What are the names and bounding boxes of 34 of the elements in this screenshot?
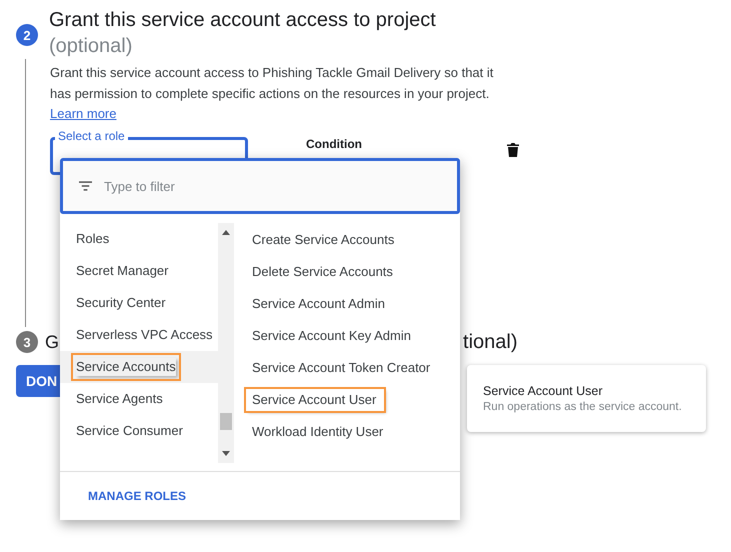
scroll-thumb[interactable] [220, 413, 232, 430]
role-item[interactable]: Service Account Key Admin [252, 320, 411, 352]
role-item[interactable]: Workload Identity User [252, 416, 384, 448]
role-item[interactable]: Create Service Accounts [252, 224, 394, 256]
filter-field[interactable]: Type to filter [60, 158, 460, 214]
scrollbar[interactable] [218, 223, 234, 463]
trash-icon[interactable] [506, 142, 519, 156]
scroll-up-icon[interactable] [222, 230, 230, 235]
category-item[interactable]: Service Consumer [60, 415, 218, 447]
role-item[interactable]: Service Account Admin [252, 288, 385, 320]
category-item[interactable]: Roles [60, 223, 218, 255]
learn-more-link[interactable]: Learn more [50, 106, 116, 121]
manage-roles-button[interactable]: MANAGE ROLES [78, 483, 196, 509]
tooltip-title: Service Account User [483, 383, 604, 399]
step-title: tional) [463, 330, 518, 354]
category-item[interactable]: Security Center [60, 287, 218, 319]
step-subtitle: (optional) [49, 34, 134, 59]
condition-label: Condition [306, 136, 362, 150]
category-item[interactable]: Secret Manager [60, 255, 218, 287]
step-title: G [45, 332, 60, 352]
step-number: 3 [16, 331, 38, 353]
category-item[interactable]: Service Accounts [60, 351, 218, 383]
role-item[interactable]: Delete Service Accounts [252, 256, 393, 288]
scroll-down-icon[interactable] [222, 451, 230, 456]
done-button[interactable]: DON [16, 365, 60, 397]
step-title: Grant this service account access to project [49, 8, 436, 33]
tooltip-text: Run operations as the service account. [483, 400, 683, 415]
description: Grant this service account access to Phishing Tackle Gmail Delivery so that it has permission to complete specific actions on the resources in your project. Learn more [50, 64, 494, 123]
step-number: 2 [16, 24, 38, 46]
role-item[interactable]: Service Account User [246, 389, 384, 411]
category-item[interactable]: Serverless VPC Access [60, 319, 218, 351]
category-item[interactable]: Service Agents [60, 383, 218, 415]
role-item[interactable]: Service Account Token Creator [252, 352, 430, 384]
field-label: Select a role [55, 130, 128, 142]
